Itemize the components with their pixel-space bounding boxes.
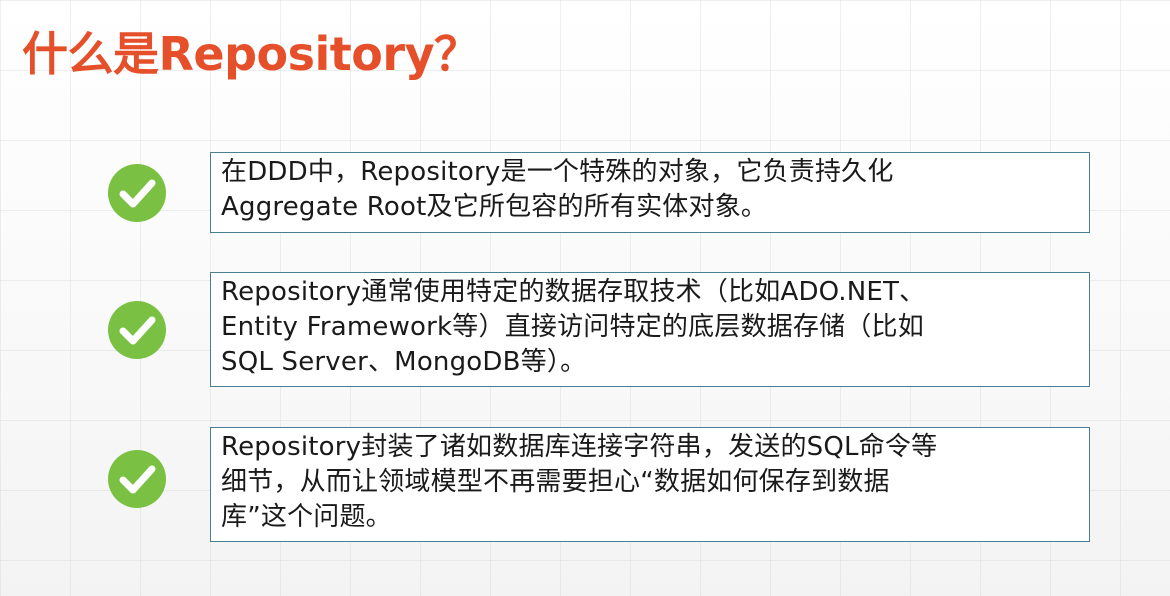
bullet-3-line-2: 细节，从而让领域模型不再需要担心“数据如何保存到数据 [221,467,890,497]
bullet-text-box-3: Repository封装了诸如数据库连接字符串，发送的SQL命令等 细节，从而让… [210,427,1090,542]
check-circle-graphic [108,164,166,222]
bullet-1-line-1: 在DDD中，Repository是一个特殊的对象，它负责持久化 [221,157,894,187]
bullet-3-line-3: 库”这个问题。 [221,502,392,532]
bullet-text-box-1: 在DDD中，Repository是一个特殊的对象，它负责持久化 Aggregat… [210,152,1090,233]
check-circle-icon [108,301,166,359]
check-circle-graphic [108,450,166,508]
check-circle-icon [108,164,166,222]
bullet-2-line-2: Entity Framework等）直接访问特定的底层数据存储（比如 [221,312,924,342]
bullet-1-line-2: Aggregate Root及它所包容的所有实体对象。 [221,192,768,222]
bullet-2-line-1: Repository通常使用特定的数据存取技术（比如ADO.NET、 [221,277,926,307]
bullet-3-line-1: Repository封装了诸如数据库连接字符串，发送的SQL命令等 [221,432,938,462]
check-circle-icon [108,450,166,508]
check-circle-graphic [108,301,166,359]
bullet-list: 在DDD中，Repository是一个特殊的对象，它负责持久化 Aggregat… [0,0,1170,596]
bullet-2-line-3: SQL Server、MongoDB等）。 [221,347,587,377]
bullet-text-box-2: Repository通常使用特定的数据存取技术（比如ADO.NET、 Entit… [210,272,1090,387]
